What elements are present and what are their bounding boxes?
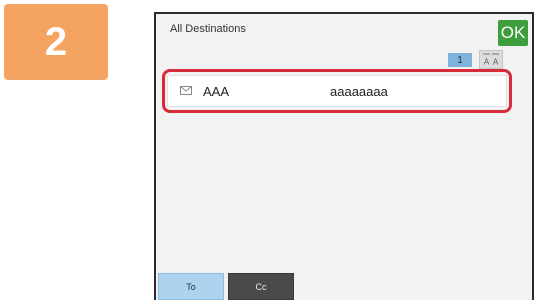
destination-panel: All Destinations OK 1 A A AAA aaaaaaaa T… [154, 12, 534, 300]
step-badge: 2 [4, 4, 108, 80]
email-icon [180, 86, 192, 95]
destination-list-item[interactable]: AAA aaaaaaaa [167, 75, 507, 107]
svg-text:A: A [493, 58, 499, 67]
ok-button[interactable]: OK [498, 20, 528, 46]
destination-name: AAA [203, 84, 230, 99]
sort-az-icon[interactable]: A A [479, 50, 503, 69]
page-number-indicator: 1 [448, 53, 472, 67]
panel-title: All Destinations [170, 23, 246, 35]
svg-text:A: A [484, 58, 490, 67]
tab-cc[interactable]: Cc [228, 273, 294, 300]
destination-address: aaaaaaaa [330, 84, 388, 99]
step-number: 2 [44, 20, 68, 64]
tab-to[interactable]: To [158, 273, 224, 300]
